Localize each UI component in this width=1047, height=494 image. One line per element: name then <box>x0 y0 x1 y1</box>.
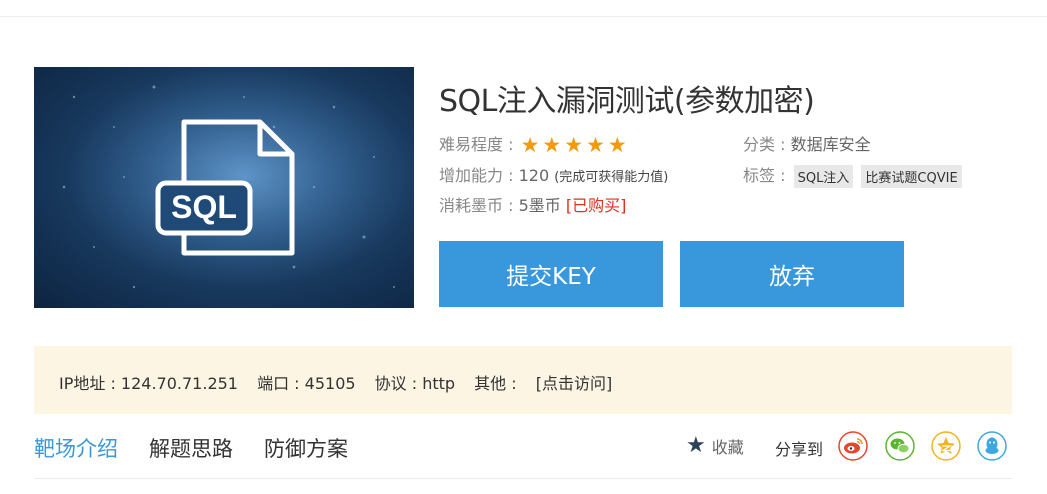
tabs-divider <box>34 478 1012 479</box>
ability-row: 增加能力 : 120 (完成可获得能力值) <box>439 162 668 186</box>
difficulty-stars: ★ ★ ★ ★ ★ <box>521 135 627 156</box>
challenge-title: SQL注入漏洞测试(参数加密) <box>439 84 815 119</box>
star-icon: ★ <box>564 133 584 157</box>
svg-text:SQL: SQL <box>171 189 237 225</box>
cost-label: 消耗墨币 : <box>439 196 514 215</box>
tags-row: 标签 : SQL注入 比赛试题CQVIE <box>743 162 962 188</box>
star-icon: ★ <box>520 133 540 157</box>
purchase-status: [已购买] <box>565 196 627 215</box>
category-value[interactable]: 数据库安全 <box>791 135 871 154</box>
collect-button[interactable]: ★ 收藏 <box>686 434 744 458</box>
category-row: 分类 : 数据库安全 <box>743 131 871 155</box>
star-icon: ★ <box>607 133 627 157</box>
tab-introduction[interactable]: 靶场介绍 <box>34 433 118 463</box>
qq-icon[interactable] <box>977 431 1007 461</box>
star-collect-icon: ★ <box>686 433 706 458</box>
challenge-cover-image: SQL <box>34 67 414 308</box>
tag-sql-injection[interactable]: SQL注入 <box>793 165 854 188</box>
tags-label: 标签 : <box>743 166 786 185</box>
ability-value: 120 <box>518 166 550 185</box>
star-icon: ★ <box>542 133 562 157</box>
tag-competition[interactable]: 比赛试题CQVIE <box>861 165 962 188</box>
cost-row: 消耗墨币 : 5墨币 [已购买] <box>439 192 626 216</box>
protocol: 协议 : http <box>374 374 456 393</box>
port: 端口 : 45105 <box>257 374 356 393</box>
difficulty-row: 难易程度 : ★ ★ ★ ★ ★ <box>439 131 627 156</box>
star-icon: ★ <box>586 133 605 157</box>
give-up-button[interactable]: 放弃 <box>680 241 904 307</box>
collect-label: 收藏 <box>711 438 744 457</box>
target-info-bar: IP地址 : 124.70.71.251 端口 : 45105 协议 : htt… <box>34 346 1012 414</box>
tab-solution-ideas[interactable]: 解题思路 <box>149 433 233 463</box>
ip-address: IP地址 : 124.70.71.251 <box>59 374 238 393</box>
ability-note: (完成可获得能力值) <box>554 170 669 185</box>
other-label: 其他 : <box>474 374 517 393</box>
category-label: 分类 : <box>743 135 786 154</box>
cost-value: 5墨币 <box>518 196 561 215</box>
share-label: 分享到 <box>775 440 824 459</box>
sql-file-icon: SQL <box>34 67 414 308</box>
weibo-icon[interactable] <box>838 431 868 461</box>
qzone-icon[interactable] <box>931 431 961 461</box>
tab-defense-plan[interactable]: 防御方案 <box>264 433 348 463</box>
difficulty-label: 难易程度 : <box>439 135 514 154</box>
submit-key-button[interactable]: 提交KEY <box>439 241 663 307</box>
wechat-icon[interactable] <box>885 431 915 461</box>
ability-label: 增加能力 : <box>439 166 514 185</box>
top-divider <box>0 16 1047 17</box>
visit-link[interactable]: [点击访问] <box>536 374 613 393</box>
